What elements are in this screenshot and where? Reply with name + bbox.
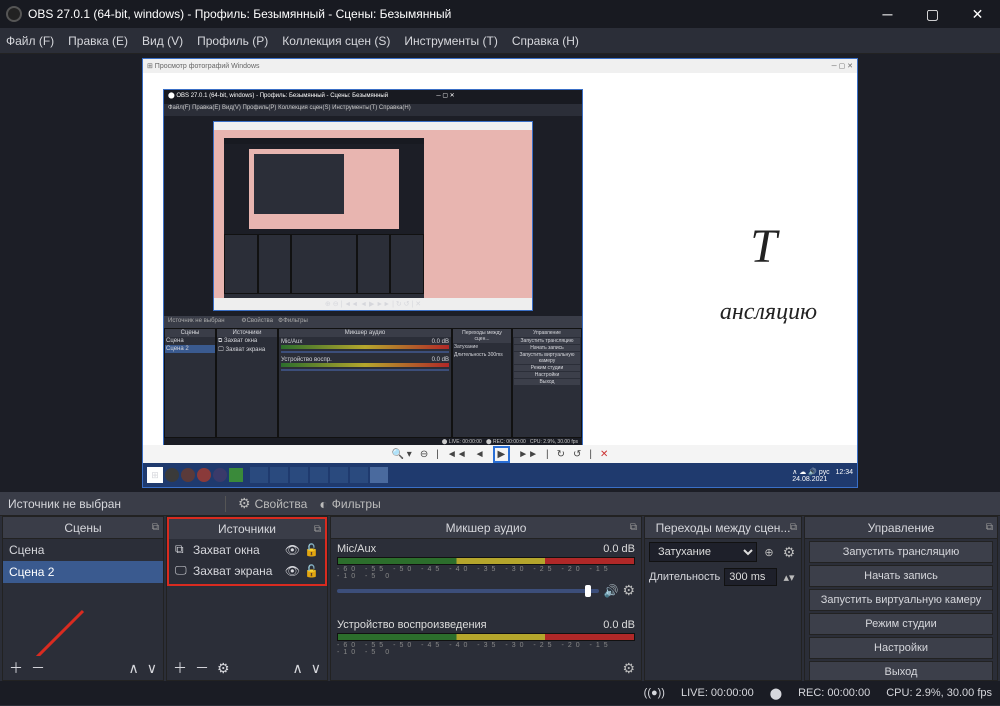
no-source-label: Источник не выбран	[8, 497, 121, 511]
transition-select[interactable]: Затухание	[649, 542, 757, 562]
lock-toggle-icon[interactable]: 🔓	[304, 543, 319, 557]
start-vcam-button[interactable]: Запустить виртуальную камеру	[809, 589, 993, 611]
channel-db: 0.0 dB	[603, 543, 635, 555]
record-icon: ⬤	[770, 687, 782, 700]
mixer-body: Mic/Aux 0.0 dB -60 -55 -50 -45 -40 -35 -3…	[331, 539, 641, 656]
transitions-body: Затухание ⊕ ⚙ Длительность ▴▾	[645, 539, 801, 680]
source-properties-button[interactable]: ⚙	[217, 660, 230, 677]
menu-edit[interactable]: Правка (E)	[68, 34, 128, 48]
mixer-channel: Mic/Aux 0.0 dB -60 -55 -50 -45 -40 -35 -3…	[331, 539, 641, 601]
menu-file[interactable]: Файл (F)	[6, 34, 54, 48]
remove-scene-button[interactable]: －	[31, 658, 45, 678]
gear-icon: ⚙	[238, 495, 251, 512]
lock-toggle-icon[interactable]: 🔓	[304, 564, 319, 578]
audio-meter	[337, 557, 635, 565]
mixer-settings-icon[interactable]: ⚙	[622, 660, 635, 677]
speaker-icon[interactable]: 🔊	[603, 584, 618, 598]
move-source-up-button[interactable]: ∧	[293, 660, 303, 677]
menu-bar: Файл (F) Правка (E) Вид (V) Профиль (P) …	[0, 28, 1000, 54]
visibility-toggle-icon[interactable]: 👁	[285, 564, 300, 578]
minimize-button[interactable]: ─	[865, 0, 910, 28]
preview-text2: ансляцию	[720, 299, 817, 326]
title-bar: OBS 27.0.1 (64-bit, windows) - Профиль: …	[0, 0, 1000, 28]
app-logo-icon	[6, 6, 22, 22]
exit-button[interactable]: Выход	[809, 661, 993, 680]
duration-input[interactable]	[724, 568, 777, 586]
move-scene-up-button[interactable]: ∧	[129, 660, 139, 677]
scenes-list: Сцена Сцена 2	[3, 539, 163, 656]
window-title: OBS 27.0.1 (64-bit, windows) - Профиль: …	[28, 7, 865, 21]
sources-title: Источники⧉	[167, 517, 327, 539]
menu-tools[interactable]: Инструменты (T)	[404, 34, 497, 48]
docks-row: Сцены⧉ Сцена Сцена 2 ＋ － ∧ ∨ Источники⧉ …	[0, 516, 1000, 681]
start-recording-button[interactable]: Начать запись	[809, 565, 993, 587]
preview-text: T	[750, 219, 777, 274]
add-source-button[interactable]: ＋	[173, 658, 187, 678]
transitions-dock: Переходы между сцен...⧉ Затухание ⊕ ⚙ Дл…	[644, 516, 802, 681]
visibility-toggle-icon[interactable]: 👁	[285, 543, 300, 557]
start-streaming-button[interactable]: Запустить трансляцию	[809, 541, 993, 563]
mixer-dock: Микшер аудио⧉ Mic/Aux 0.0 dB -60 -55 -50 …	[330, 516, 642, 681]
status-live: LIVE: 00:00:00	[681, 687, 754, 699]
popout-icon[interactable]: ⧉	[630, 522, 637, 533]
popout-icon[interactable]: ⧉	[314, 524, 321, 535]
preview-canvas[interactable]: ⊞ Просмотр фотографий Windows─ ▢ ✕ T анс…	[142, 58, 858, 488]
display-capture-icon: 🖵	[175, 563, 189, 578]
channel-settings-icon[interactable]: ⚙	[622, 582, 635, 599]
audio-meter	[337, 633, 635, 641]
channel-name: Устройство воспроизведения	[337, 619, 487, 631]
meter-ticks: -60 -55 -50 -45 -40 -35 -30 -25 -20 -15 …	[337, 642, 635, 656]
scenes-title: Сцены⧉	[3, 517, 163, 539]
remove-source-button[interactable]: －	[195, 658, 209, 678]
studio-mode-button[interactable]: Режим студии	[809, 613, 993, 635]
status-rec: REC: 00:00:00	[798, 687, 870, 699]
scene-item[interactable]: Сцена 2	[3, 561, 163, 583]
settings-button[interactable]: Настройки	[809, 637, 993, 659]
menu-profile[interactable]: Профиль (P)	[197, 34, 268, 48]
maximize-button[interactable]: ▢	[910, 0, 955, 28]
source-item[interactable]: 🖵 Захват экрана 👁 🔓	[169, 560, 325, 581]
source-label: Захват окна	[193, 543, 281, 557]
annotation-arrow-icon	[13, 601, 93, 656]
popout-icon[interactable]: ⧉	[152, 522, 159, 533]
mixer-title: Микшер аудио⧉	[331, 517, 641, 539]
preview-area[interactable]: ⊞ Просмотр фотографий Windows─ ▢ ✕ T анс…	[0, 54, 1000, 492]
channel-name: Mic/Aux	[337, 543, 376, 555]
properties-button[interactable]: ⚙Свойства	[238, 495, 307, 512]
duration-stepper-icon[interactable]: ▴▾	[781, 571, 797, 584]
add-scene-button[interactable]: ＋	[9, 658, 23, 678]
move-scene-down-button[interactable]: ∨	[147, 660, 157, 677]
scenes-dock: Сцены⧉ Сцена Сцена 2 ＋ － ∧ ∨	[2, 516, 164, 681]
sources-dock: Источники⧉ ⧉ Захват окна 👁 🔓 🖵 Захват эк…	[166, 516, 328, 681]
volume-slider[interactable]	[337, 589, 599, 593]
duration-label: Длительность	[649, 571, 720, 583]
menu-help[interactable]: Справка (H)	[512, 34, 579, 48]
controls-dock: Управление⧉ Запустить трансляцию Начать …	[804, 516, 998, 681]
source-toolbar: Источник не выбран ⚙Свойства ◐Фильтры	[0, 492, 1000, 516]
source-item[interactable]: ⧉ Захват окна 👁 🔓	[169, 539, 325, 560]
transition-add-icon[interactable]: ⊕	[761, 546, 777, 559]
controls-title: Управление⧉	[805, 517, 997, 539]
popout-icon[interactable]: ⧉	[790, 522, 797, 533]
source-label: Захват экрана	[193, 564, 281, 578]
popout-icon[interactable]: ⧉	[986, 522, 993, 533]
channel-db: 0.0 dB	[603, 619, 635, 631]
transitions-title: Переходы между сцен...⧉	[645, 517, 801, 539]
status-bar: ((●)) LIVE: 00:00:00 ⬤ REC: 00:00:00 CPU…	[0, 681, 1000, 705]
sources-list: ⧉ Захват окна 👁 🔓 🖵 Захват экрана 👁 🔓	[167, 539, 327, 656]
broadcast-icon: ((●))	[644, 687, 665, 699]
close-button[interactable]: ✕	[955, 0, 1000, 28]
menu-scene-collection[interactable]: Коллекция сцен (S)	[282, 34, 390, 48]
scene-item[interactable]: Сцена	[3, 539, 163, 561]
filters-button[interactable]: ◐Фильтры	[319, 496, 380, 512]
meter-ticks: -60 -55 -50 -45 -40 -35 -30 -25 -20 -15 …	[337, 566, 635, 580]
move-source-down-button[interactable]: ∨	[311, 660, 321, 677]
menu-view[interactable]: Вид (V)	[142, 34, 183, 48]
controls-body: Запустить трансляцию Начать запись Запус…	[805, 539, 997, 680]
mixer-channel: Устройство воспроизведения 0.0 dB -60 -55…	[331, 615, 641, 656]
status-cpu: CPU: 2.9%, 30.00 fps	[886, 687, 992, 699]
transition-settings-icon[interactable]: ⚙	[781, 544, 797, 561]
filters-icon: ◐	[319, 496, 327, 512]
window-capture-icon: ⧉	[175, 542, 189, 557]
